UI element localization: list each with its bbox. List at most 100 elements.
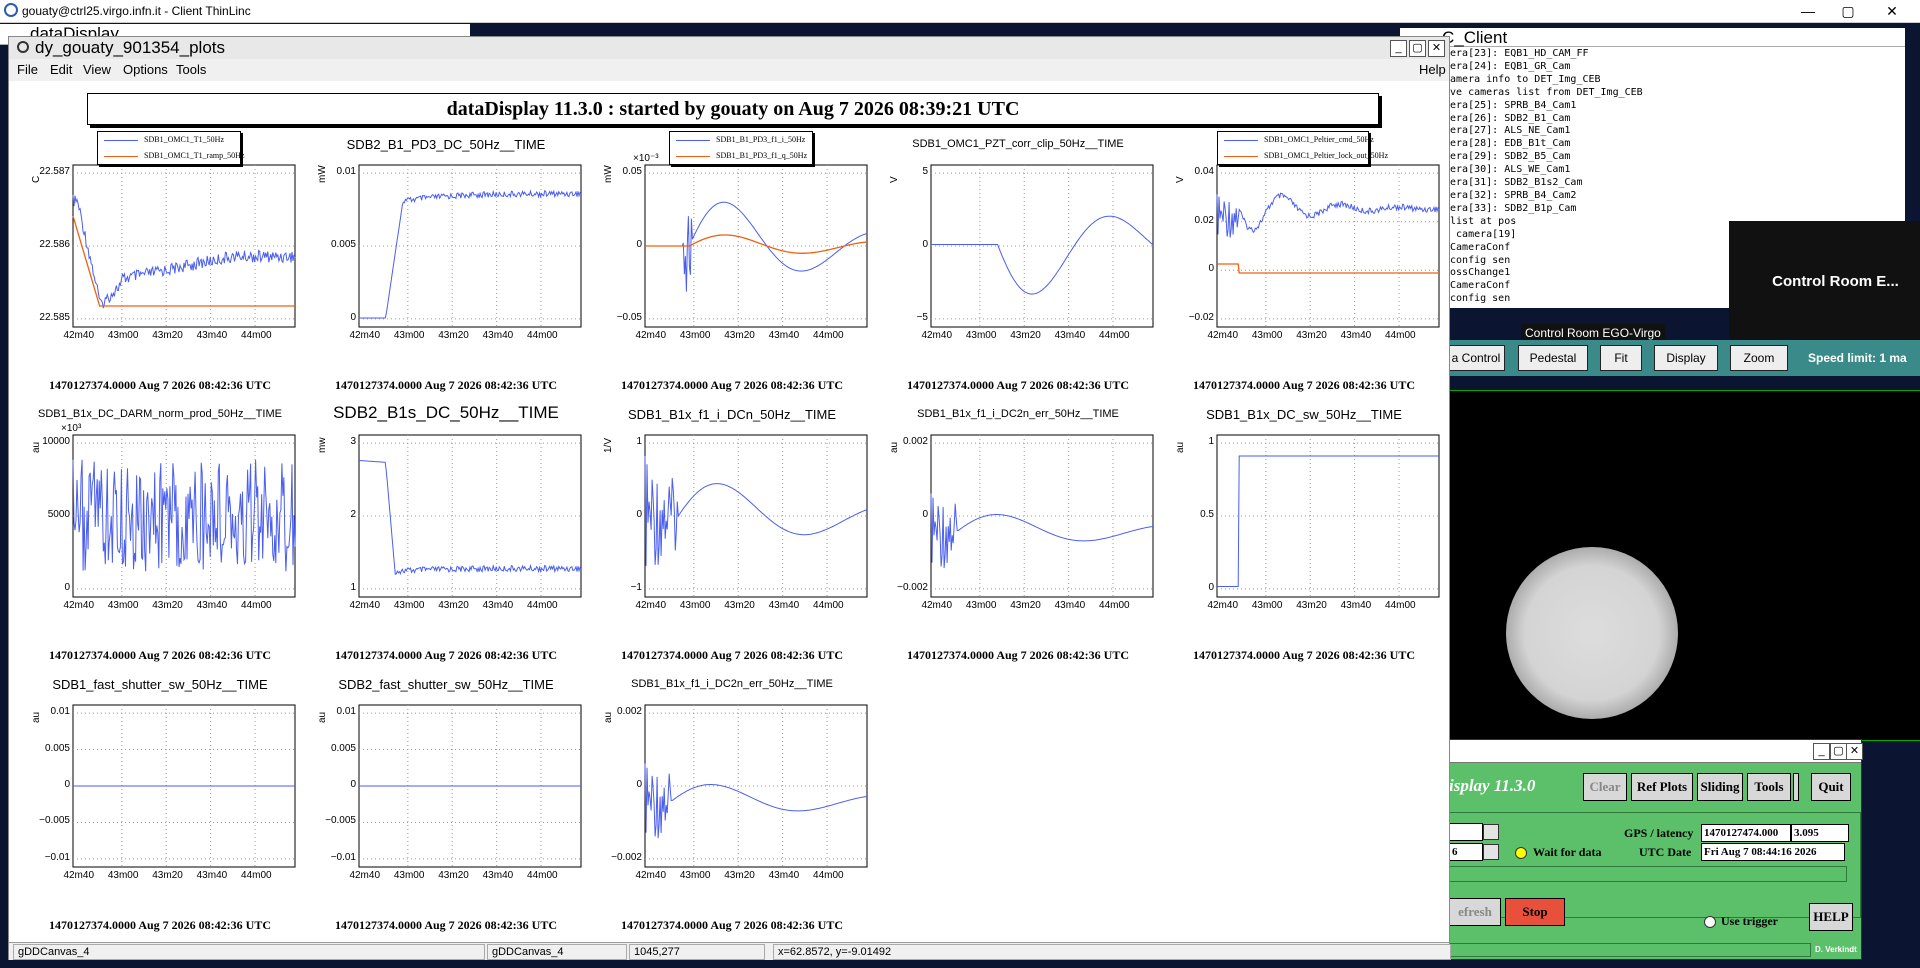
x-tick-label: 43m20 [724,600,755,611]
plot-canvas[interactable] [589,399,875,669]
x-tick-label: 42m40 [349,330,381,341]
menu-edit[interactable]: Edit [50,62,72,77]
menu-options[interactable]: Options [123,62,168,77]
plot-panel[interactable]: SDB2_B1s_DC_50Hz__TIME mw 3 2 1 42m40 43m00 43m… [303,399,589,669]
stop-button[interactable]: Stop [1505,898,1565,926]
plot-canvas[interactable] [1161,399,1447,669]
menu-file[interactable]: File [17,62,38,77]
plot-panel[interactable]: SDB2_fast_shutter_sw_50Hz__TIME au 0.01 0.0… [303,669,589,939]
x-tick-label: 43m40 [196,870,228,881]
plot-panel[interactable]: SDB1_OMC1_T1_50Hz SDB1_OMC1_T1_ramp_50Hz C… [17,129,303,399]
plot-panel[interactable]: SDB1_B1x_DC_DARM_norm_prod_50Hz__TIME au ×… [17,399,303,669]
wait-for-data-radio[interactable] [1515,847,1527,859]
panel-minimize-button[interactable]: _ [1813,743,1830,760]
ref-plots-button[interactable]: Ref Plots [1631,773,1693,801]
zoom-button[interactable]: Zoom [1730,345,1788,371]
plot-legend: SDB1_OMC1_T1_50Hz SDB1_OMC1_T1_ramp_50Hz [97,131,244,165]
plots-window-title-bar: dy_gouaty_901354_plots _ ▢ ✕ [9,37,1449,60]
plot-panel[interactable]: SDB1_B1x_f1_i_DC2n_err_50Hz__TIME au 0.002… [589,669,875,939]
plot-panel[interactable]: SDB1_OMC1_PZT_corr_clip_50Hz__TIME V 5 0 −5 4… [875,129,1161,399]
x-tick-label: 42m40 [921,330,953,341]
x-tick-label: 43m20 [724,870,755,881]
x-tick-label: 44m00 [1385,330,1416,341]
y-tick-label: −0.005 [325,815,356,827]
x-tick-label: 43m00 [679,870,711,881]
camera-client-title-bar: C_Client [1400,28,1905,47]
camera-view[interactable] [1448,390,1920,741]
taskbar-preview-label: Control Room E... [1772,273,1899,290]
legend-entry: SDB1_OMC1_T1_ramp_50Hz [98,148,244,164]
legend-entry: SDB1_OMC1_Peltier_cmd_50Hz [1218,132,1374,148]
plots-window-icon [17,41,29,53]
plot-canvas[interactable] [303,399,589,669]
gps-field[interactable]: 1470127474.000 [1701,824,1791,842]
y-axis-exponent: ×10⁻³ [633,153,659,164]
x-tick-label: 43m00 [393,330,425,341]
x-tick-label: 42m40 [635,870,667,881]
x-tick-label: 43m00 [107,330,139,341]
datadisplay-panel-heading: isplay 11.3.0 [1449,776,1536,795]
status-bar: gDDCanvas_4 gDDCanvas_4 1045,277 x=62.85… [9,942,1451,960]
legend-entry: SDB1_B1_PD3_f1_i_50Hz [670,132,812,148]
y-tick-label: 0 [636,239,642,250]
x-tick-label: 43m00 [107,870,139,881]
menu-help[interactable]: Help [1419,62,1446,77]
plot-canvas[interactable] [875,129,1161,399]
plots-window-close-button[interactable]: ✕ [1428,40,1445,57]
refresh-button[interactable]: efresh [1449,898,1501,926]
camera-control-button[interactable]: a Control [1448,345,1505,371]
x-tick-label: 44m00 [241,600,272,611]
gps-latency-label: GPS / latency [1624,826,1694,840]
utc-date-field[interactable]: Fri Aug 7 08:44:16 2026 [1701,843,1845,861]
plot-panel[interactable]: SDB1_fast_shutter_sw_50Hz__TIME au 0.01 0.0… [17,669,303,939]
maximize-button[interactable]: ▢ [1828,0,1868,22]
plot-panel[interactable]: SDB1_OMC1_Peltier_cmd_50Hz SDB1_OMC1_Pelt… [1161,129,1447,399]
clear-button[interactable]: Clear [1583,773,1627,801]
y-tick-label: 0.01 [336,706,356,718]
plot-panel[interactable]: SDB1_B1_PD3_f1_i_50Hz SDB1_B1_PD3_f1_q_50… [589,129,875,399]
time-spin-button[interactable] [1483,824,1499,840]
fit-button[interactable]: Fit [1600,345,1642,371]
plots-window-maximize-button[interactable]: ▢ [1409,40,1426,57]
plot-panel[interactable]: SDB2_B1_PD3_DC_50Hz__TIME mW 0.01 0.005 0 42m… [303,129,589,399]
camera-client-log: mera[23]: EQB1_HD_CAM_FF mera[24]: EQB1_… [1444,48,1643,305]
menu-tools[interactable]: Tools [176,62,206,77]
y-axis-label: mW [317,165,328,183]
y-tick-label: −0.01 [330,851,356,863]
panel-maximize-button[interactable]: ▢ [1830,743,1847,760]
minimize-button[interactable]: — [1788,0,1828,22]
tools-button[interactable]: Tools [1747,773,1791,801]
plot-timestamp: 1470127374.0000 Aug 7 2026 08:42:36 UTC [620,918,843,932]
plot-panel[interactable]: SDB1_B1x_f1_i_DC2n_err_50Hz__TIME au 0.002… [875,399,1161,669]
y-tick-label: −0.01 [44,851,70,863]
menu-view[interactable]: View [83,62,111,77]
x-tick-label: 43m00 [679,330,711,341]
time-input[interactable] [1449,823,1483,841]
plot-panel[interactable]: SDB1_B1x_DC_sw_50Hz__TIME au 1 0.5 0 42m40 43m… [1161,399,1447,669]
duration-input[interactable]: 6 [1449,843,1483,861]
speed-limit-label: Speed limit: 1 ma [1808,351,1907,365]
plot-panel[interactable]: SDB1_B1x_f1_i_DCn_50Hz__TIME 1/V 1 0 −1 42m40… [589,399,875,669]
taskbar-preview[interactable]: Control Room E... [1729,221,1920,341]
help-button[interactable]: HELP [1809,903,1853,931]
y-tick-label: −0.002 [611,851,642,863]
use-trigger-radio[interactable] [1704,916,1716,928]
duration-spin-button[interactable] [1483,844,1499,860]
y-tick-label: 0 [350,779,356,790]
y-axis-label: mw [317,437,328,453]
plot-title: SDB2_B1s_DC_50Hz__TIME [333,403,559,422]
x-tick-label: 43m00 [679,600,711,611]
display-button[interactable]: Display [1654,345,1718,371]
x-tick-label: 43m00 [107,600,139,611]
x-tick-label: 44m00 [813,870,844,881]
legend-label: SDB1_OMC1_Peltier_lock_out_50Hz [1264,151,1388,160]
latency-field[interactable]: 3.095 [1791,824,1849,842]
pedestal-button[interactable]: Pedestal [1518,345,1588,371]
close-button[interactable]: ✕ [1872,0,1912,22]
sliding-button[interactable]: Sliding [1697,773,1743,801]
y-tick-label: 0 [922,509,928,520]
plots-window-minimize-button[interactable]: _ [1390,40,1407,57]
plot-timestamp: 1470127374.0000 Aug 7 2026 08:42:36 UTC [1192,648,1415,662]
panel-close-button[interactable]: ✕ [1846,743,1863,760]
quit-button[interactable]: Quit [1811,773,1851,801]
